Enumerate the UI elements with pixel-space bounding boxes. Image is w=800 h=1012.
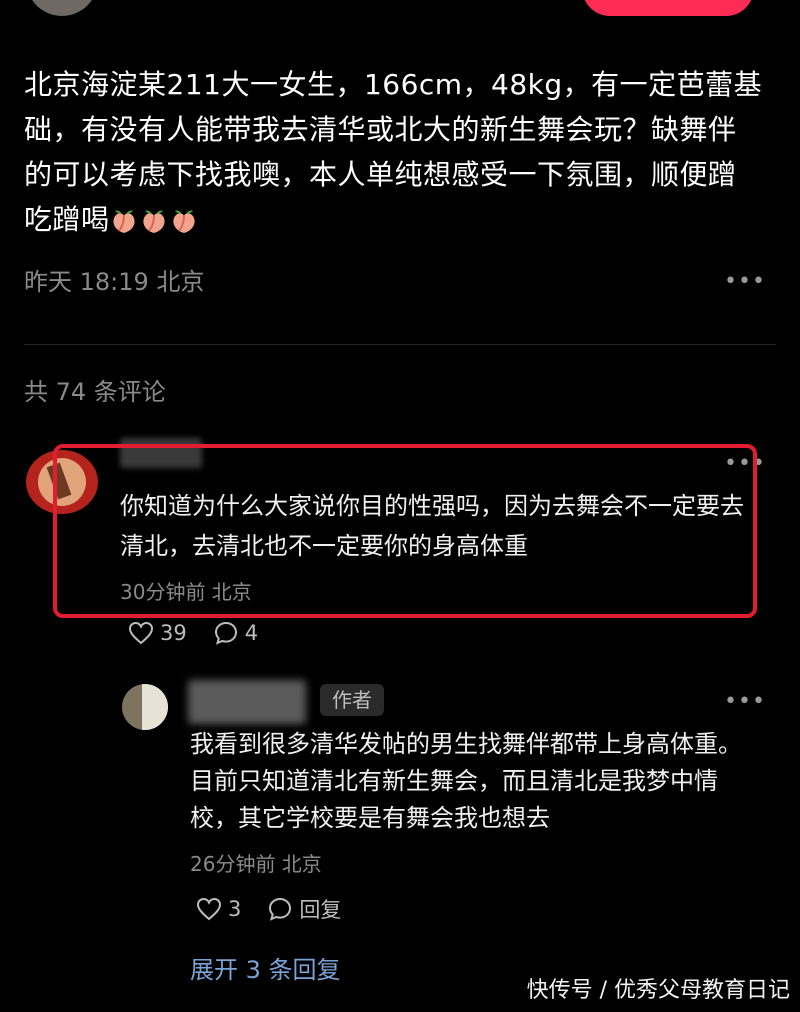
author-avatar[interactable]: [122, 684, 168, 730]
reply-meta: 26分钟前 北京: [190, 852, 322, 876]
reply-label: 回复: [299, 898, 342, 922]
watermark: 快传号 / 优秀父母教育日记: [526, 978, 790, 1003]
follow-button[interactable]: [582, 0, 754, 16]
expand-replies-link[interactable]: 展开 3 条回复: [190, 950, 341, 985]
author-name-redacted[interactable]: [188, 680, 306, 724]
comment-meta: 30分钟前 北京: [120, 580, 252, 604]
peach-emoji-icon: [140, 202, 168, 233]
heart-icon: [128, 621, 154, 645]
post-meta: 昨天 18:19 北京: [24, 268, 205, 296]
reply-text: 我看到很多清华发帖的男生找舞伴都带上身高体重。目前只知道清北有新生舞会，而且清北…: [190, 730, 742, 832]
comment-bubble-icon: [269, 897, 292, 921]
emoji-row: [110, 202, 198, 233]
peach-emoji-icon: [110, 202, 138, 233]
like-button[interactable]: 39: [128, 621, 187, 645]
post-content: 北京海淀某211大一女生，166cm，48kg，有一定芭蕾基础，有没有人能带我去…: [24, 62, 764, 242]
poster-avatar[interactable]: [26, 0, 98, 16]
reply-count: 4: [244, 621, 259, 645]
peach-emoji-icon: [170, 202, 198, 233]
comment-count: 共 74 条评论: [24, 378, 166, 406]
comment-text: 你知道为什么大家说你目的性强吗，因为去舞会不一定要去清北，去清北也不一定要你的身…: [120, 492, 744, 560]
more-icon[interactable]: •••: [724, 691, 766, 713]
like-count: 3: [228, 897, 242, 921]
author-badge: 作者: [320, 684, 384, 716]
reply-actions: 3 回复: [196, 894, 341, 924]
comment-bubble-icon: [214, 621, 237, 645]
more-icon[interactable]: •••: [724, 271, 766, 293]
divider: [24, 344, 776, 345]
like-count: 39: [160, 621, 187, 645]
comment-actions: 39 4: [128, 620, 258, 646]
like-button[interactable]: 3: [196, 897, 241, 921]
reply-button[interactable]: 回复: [267, 894, 341, 924]
heart-icon: [196, 897, 222, 921]
reply-count-button[interactable]: 4: [213, 620, 258, 646]
